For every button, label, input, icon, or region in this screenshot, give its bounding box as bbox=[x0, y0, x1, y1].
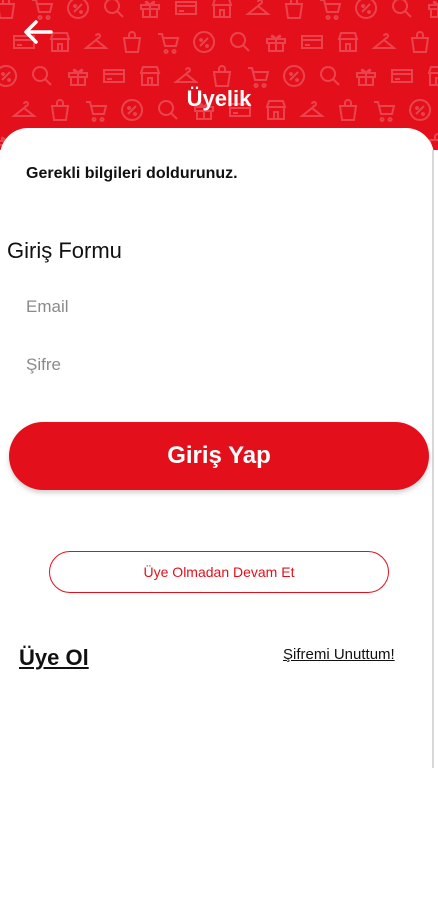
percent-tag-icon bbox=[193, 31, 216, 53]
store-icon bbox=[139, 66, 161, 86]
percent-tag-icon bbox=[67, 0, 90, 19]
shopping-cart-icon bbox=[320, 0, 342, 20]
search-icon bbox=[32, 66, 52, 86]
shopping-cart-icon bbox=[248, 67, 270, 88]
hanger-icon bbox=[173, 67, 199, 83]
gift-icon bbox=[68, 68, 88, 86]
page-title: Üyelik bbox=[186, 86, 252, 111]
password-input[interactable] bbox=[26, 350, 406, 380]
shopping-bag-icon bbox=[410, 31, 430, 53]
form-title: Giriş Formu bbox=[7, 238, 122, 263]
percent-tag-icon bbox=[355, 0, 378, 19]
register-link[interactable]: Üye Ol bbox=[19, 645, 89, 671]
arrow-left-icon bbox=[24, 20, 53, 44]
percent-tag-icon bbox=[0, 65, 18, 87]
hanger-icon bbox=[245, 0, 271, 15]
forgot-password-link[interactable]: Şifremi Unuttum! bbox=[283, 646, 395, 663]
shopping-bag-icon bbox=[284, 0, 304, 19]
shopping-cart-icon bbox=[158, 33, 180, 54]
search-icon bbox=[392, 0, 412, 18]
credit-card-icon bbox=[391, 69, 413, 83]
email-input[interactable] bbox=[26, 292, 406, 322]
gift-icon bbox=[266, 34, 286, 52]
store-icon bbox=[211, 0, 233, 18]
gift-icon bbox=[140, 0, 160, 18]
shopping-bag-icon bbox=[212, 65, 232, 87]
instructions-text: Gerekli bilgileri doldurunuz. bbox=[26, 165, 238, 182]
card-right-edge bbox=[432, 150, 434, 768]
shopping-bag-icon bbox=[0, 0, 16, 19]
store-icon bbox=[427, 66, 438, 86]
back-button[interactable] bbox=[20, 14, 56, 50]
hanger-icon bbox=[83, 33, 109, 49]
shopping-bag-icon bbox=[122, 31, 142, 53]
store-icon bbox=[337, 32, 359, 52]
gift-icon bbox=[428, 0, 438, 18]
search-icon bbox=[320, 66, 340, 86]
credit-card-icon bbox=[301, 35, 323, 49]
login-button[interactable]: Giriş Yap bbox=[9, 422, 429, 490]
credit-card-icon bbox=[103, 69, 125, 83]
search-icon bbox=[230, 32, 250, 52]
continue-as-guest-button[interactable]: Üye Olmadan Devam Et bbox=[49, 551, 389, 593]
hanger-icon bbox=[371, 33, 397, 49]
percent-tag-icon bbox=[283, 65, 306, 87]
credit-card-icon bbox=[175, 1, 197, 15]
search-icon bbox=[104, 0, 124, 18]
gift-icon bbox=[356, 68, 376, 86]
